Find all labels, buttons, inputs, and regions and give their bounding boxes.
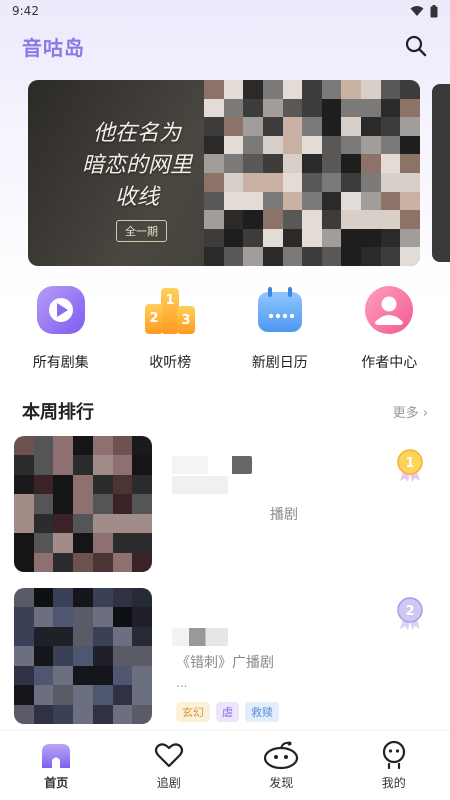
bottom-tab-bar: 首页 追剧 发现 我的 xyxy=(0,730,450,800)
tab-home[interactable]: 首页 xyxy=(16,740,96,791)
rank-number: 2 xyxy=(405,604,414,619)
nav-label: 作者中心 xyxy=(361,355,418,371)
drama-description: ... xyxy=(176,676,188,690)
calendar-icon xyxy=(257,287,302,332)
section-title: 本周排行 xyxy=(22,402,94,423)
tab-following[interactable]: 追剧 xyxy=(129,740,209,791)
ranking-list-item[interactable]: 播剧 1 xyxy=(14,436,434,576)
banner-title: 他在名为 暗恋的网里 收线 xyxy=(62,118,212,214)
more-label: 更多 xyxy=(392,405,419,421)
status-icons xyxy=(410,4,438,18)
tab-label: 首页 xyxy=(44,776,69,790)
chevron-right-icon: › xyxy=(418,405,428,421)
nav-new-series-calendar[interactable]: 新剧日历 xyxy=(230,282,330,382)
gold-medal-icon: 1 xyxy=(397,449,423,482)
status-bar: 9:42 xyxy=(0,0,450,22)
banner-title-line: 他在名为 xyxy=(92,121,181,146)
svg-text:1: 1 xyxy=(166,293,175,308)
drama-cover xyxy=(14,436,152,572)
banner-title-line: 收线 xyxy=(114,185,159,210)
rank-number: 1 xyxy=(405,456,414,471)
wifi-icon xyxy=(410,6,424,16)
tag: 救赎 xyxy=(245,702,279,722)
drama-title xyxy=(172,628,228,646)
featured-banner[interactable]: 他在名为 暗恋的网里 收线 全一期 xyxy=(28,80,420,266)
drama-cover xyxy=(14,588,152,724)
drama-subtitle: 《错刺》广播剧 xyxy=(176,655,274,671)
heart-icon xyxy=(154,743,183,768)
drama-title xyxy=(172,456,252,474)
tag-list: 玄幻 虐 救赎 xyxy=(176,702,279,722)
app-title: 音咕岛 xyxy=(22,35,85,60)
play-icon xyxy=(36,286,85,334)
nav-label: 新剧日历 xyxy=(251,355,308,371)
tab-label: 追剧 xyxy=(156,776,181,790)
battery-icon xyxy=(430,4,438,17)
podium-icon: 1 2 3 xyxy=(145,288,196,334)
tab-label: 我的 xyxy=(381,776,406,790)
search-icon[interactable] xyxy=(404,34,428,58)
app-header: 音咕岛 xyxy=(0,26,450,66)
svg-text:3: 3 xyxy=(182,313,191,328)
more-link[interactable]: 更多 › xyxy=(393,402,428,421)
drama-title-line xyxy=(172,476,228,494)
nav-label: 收听榜 xyxy=(149,355,192,371)
tab-profile[interactable]: 我的 xyxy=(354,740,434,791)
quick-nav: 所有剧集 1 2 3 收听榜 新剧日历 作者中心 xyxy=(0,282,450,382)
user-icon xyxy=(365,286,414,334)
silver-medal-icon: 2 xyxy=(397,597,423,630)
svg-text:2: 2 xyxy=(150,311,159,326)
banner-badge: 全一期 xyxy=(116,220,167,242)
profile-icon xyxy=(382,740,405,770)
tag: 玄幻 xyxy=(176,702,210,722)
banner-title-line: 暗恋的网里 xyxy=(81,153,192,178)
banner-cover-art xyxy=(204,80,420,266)
tab-discover[interactable]: 发现 xyxy=(241,740,321,791)
weekly-ranking-header: 本周排行 更多 › xyxy=(0,396,450,426)
tab-label: 发现 xyxy=(269,776,294,790)
next-banner-peek[interactable] xyxy=(432,84,450,262)
nav-listening-chart[interactable]: 1 2 3 收听榜 xyxy=(120,282,220,382)
nav-author-center[interactable]: 作者中心 xyxy=(339,282,439,382)
drama-subtitle: 播剧 xyxy=(270,507,298,523)
nav-label: 所有剧集 xyxy=(32,355,89,371)
nav-all-series[interactable]: 所有剧集 xyxy=(11,282,111,382)
ranking-list-item[interactable]: 《错刺》广播剧 ... 玄幻 虐 救赎 2 xyxy=(14,588,434,728)
tag: 虐 xyxy=(216,702,239,722)
discover-icon xyxy=(264,741,299,770)
status-time: 9:42 xyxy=(12,4,39,18)
home-icon xyxy=(42,744,71,768)
